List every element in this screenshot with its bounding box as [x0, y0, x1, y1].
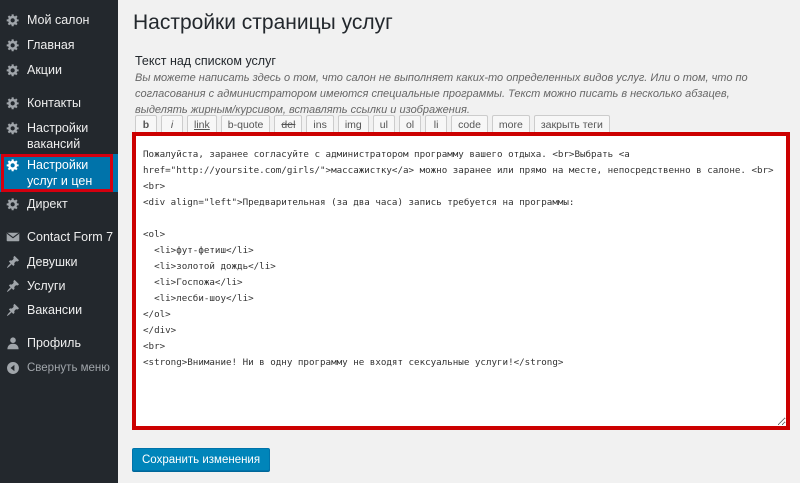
content-editor[interactable] [136, 136, 786, 426]
gear-icon [6, 64, 19, 77]
sidebar-item-label: Настройки вакансий [27, 121, 89, 151]
sidebar-item-label: Услуги [27, 279, 66, 293]
sidebar-item-label: Директ [27, 197, 68, 211]
sidebar-item-label: Contact Form 7 [27, 230, 114, 244]
page-title: Настройки страницы услуг [133, 11, 393, 34]
mail-icon [6, 232, 20, 242]
sidebar-item-label: Акции [27, 63, 62, 77]
gear-icon [6, 14, 19, 27]
field-label: Текст над списком услуг [135, 54, 276, 68]
sidebar-item-label: Контакты [27, 96, 81, 110]
field-description: Вы можете написать здесь о том, что сало… [135, 72, 748, 116]
sidebar-item-label: Девушки [27, 255, 78, 269]
sidebar-item-my-salon[interactable]: Мой салон [0, 12, 118, 28]
gear-icon [6, 159, 19, 172]
admin-sidebar: Мой салон Главная Акции Контакты Настрой… [0, 0, 118, 483]
user-icon [7, 337, 19, 350]
gear-icon [6, 198, 19, 211]
sidebar-item-contacts[interactable]: Контакты [0, 95, 118, 111]
sidebar-item-vacancies[interactable]: Вакансии [0, 302, 118, 318]
sidebar-item-label: Вакансии [27, 303, 83, 317]
sidebar-item-services-prices[interactable]: Настройки услуг и цен [0, 154, 118, 192]
collapse-icon [7, 362, 19, 374]
main-content: Настройки страницы услуг Текст над списк… [118, 0, 800, 483]
pin-icon [6, 255, 20, 268]
sidebar-item-profile[interactable]: Профиль [0, 335, 118, 351]
sidebar-item-label: Настройки услуг и цен [27, 158, 93, 188]
sidebar-item-services[interactable]: Услуги [0, 278, 118, 294]
gear-icon [6, 122, 19, 135]
sidebar-item-contact-form[interactable]: Contact Form 7 [0, 229, 118, 245]
sidebar-item-promotions[interactable]: Акции [0, 62, 118, 78]
sidebar-item-label: Профиль [27, 336, 81, 350]
pin-icon [6, 303, 20, 316]
sidebar-item-home[interactable]: Главная [0, 37, 118, 53]
gear-icon [6, 97, 19, 110]
sidebar-item-label: Свернуть меню [27, 362, 110, 374]
sidebar-item-label: Мой салон [27, 13, 90, 27]
save-changes-button[interactable]: Сохранить изменения [132, 448, 271, 471]
sidebar-item-girls[interactable]: Девушки [0, 254, 118, 270]
collapse-menu-button[interactable]: Свернуть меню [0, 360, 118, 376]
sidebar-item-label: Главная [27, 38, 75, 52]
sidebar-item-vacancy-settings[interactable]: Настройки вакансий [0, 120, 118, 152]
gear-icon [6, 39, 19, 52]
pin-icon [6, 279, 20, 292]
editor-highlight-frame [132, 132, 790, 430]
sidebar-item-direct[interactable]: Директ [0, 196, 118, 212]
